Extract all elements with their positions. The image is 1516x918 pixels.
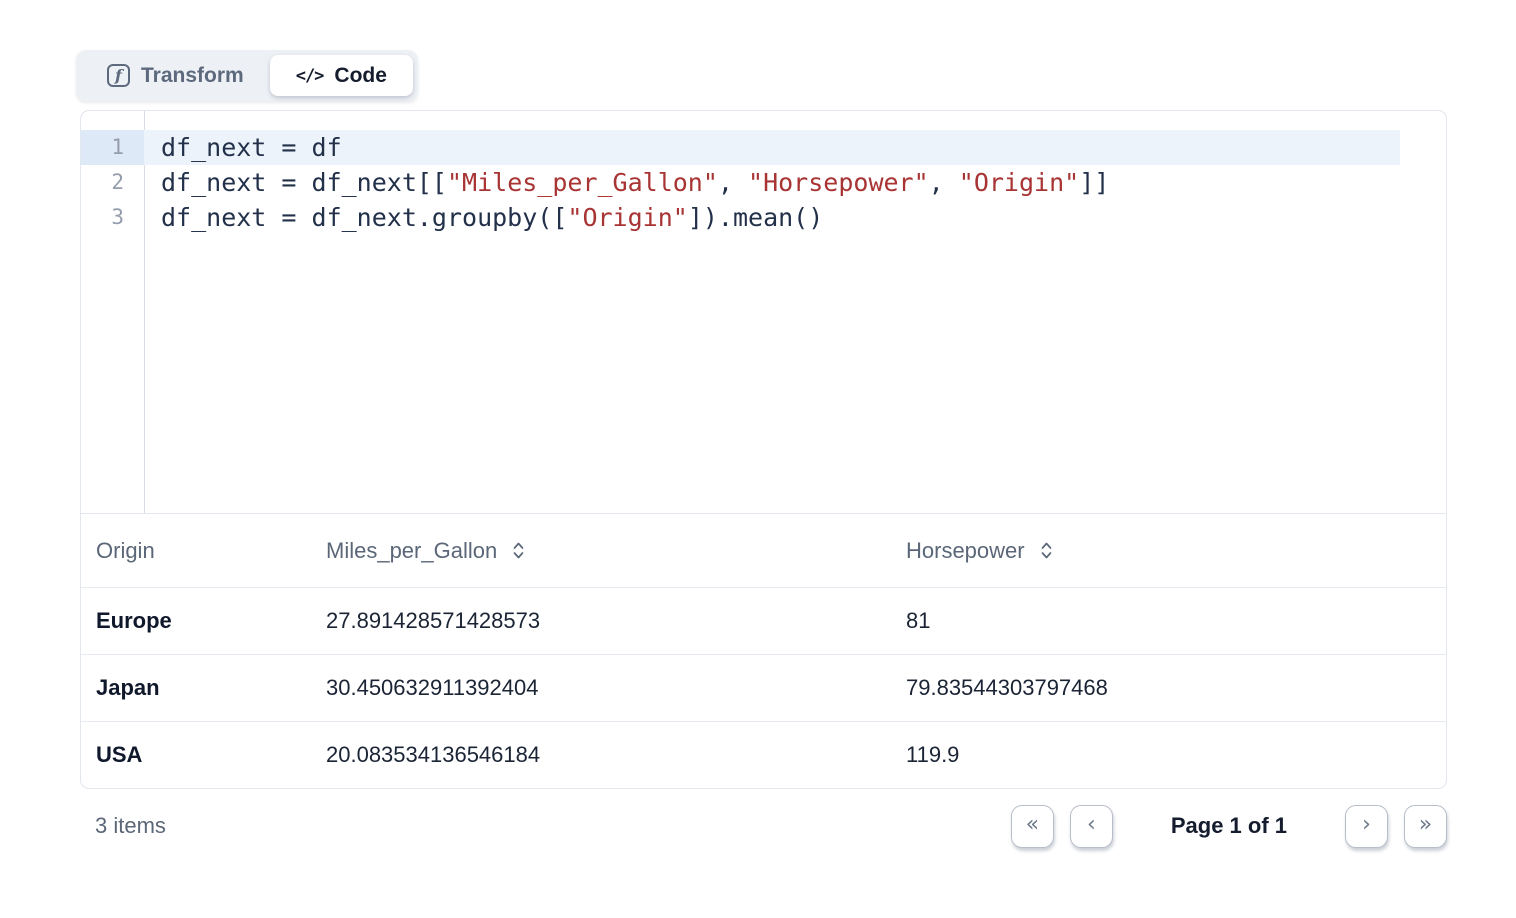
last-page-button[interactable]: »: [1404, 805, 1447, 848]
table-footer: 3 items « ‹ Page 1 of 1 › »: [80, 796, 1447, 856]
cell-horsepower: 119.9: [906, 742, 1446, 768]
code-text: df_next = df_next[["Miles_per_Gallon", "…: [144, 165, 1109, 200]
view-mode-toggle: f Transform </> Code: [76, 50, 418, 101]
code-line-3[interactable]: 3 df_next = df_next.groupby(["Origin"]).…: [81, 200, 1446, 235]
table-header: Origin Miles_per_Gallon Horsepower: [81, 513, 1446, 587]
code-text: df_next = df: [144, 130, 342, 165]
code-editor[interactable]: 1 df_next = df 2 df_next = df_next[["Mil…: [81, 111, 1446, 513]
function-icon: f: [107, 64, 130, 87]
double-chevron-right-icon: »: [1419, 814, 1432, 836]
table-row[interactable]: Japan 30.450632911392404 79.835443037974…: [81, 654, 1446, 721]
double-chevron-left-icon: «: [1026, 814, 1039, 836]
cell-origin: Europe: [96, 608, 326, 634]
code-icon: </>: [296, 66, 324, 86]
table-row[interactable]: USA 20.083534136546184 119.9: [81, 721, 1446, 788]
cell-miles-per-gallon: 20.083534136546184: [326, 742, 906, 768]
next-page-button[interactable]: ›: [1345, 805, 1388, 848]
tab-transform-label: Transform: [141, 64, 244, 88]
tab-transform[interactable]: f Transform: [81, 55, 270, 96]
items-count: 3 items: [80, 813, 166, 839]
sort-icon[interactable]: [511, 541, 526, 560]
code-line-1[interactable]: 1 df_next = df: [81, 130, 1400, 165]
tab-code-label: Code: [334, 64, 387, 88]
column-header-origin: Origin: [96, 538, 326, 564]
column-header-horsepower[interactable]: Horsepower: [906, 538, 1446, 564]
cell-horsepower: 79.83544303797468: [906, 675, 1446, 701]
pagination: « ‹ Page 1 of 1 › »: [1011, 805, 1447, 848]
sort-icon[interactable]: [1039, 541, 1054, 560]
cell-miles-per-gallon: 30.450632911392404: [326, 675, 906, 701]
chevron-right-icon: ›: [1362, 814, 1371, 836]
cell-horsepower: 81: [906, 608, 1446, 634]
page: f Transform </> Code 1 df_next = df 2 df…: [0, 0, 1516, 918]
transform-card: 1 df_next = df 2 df_next = df_next[["Mil…: [80, 110, 1447, 789]
column-header-miles-per-gallon[interactable]: Miles_per_Gallon: [326, 538, 906, 564]
chevron-left-icon: ‹: [1087, 814, 1096, 836]
tab-code[interactable]: </> Code: [270, 55, 413, 96]
page-indicator: Page 1 of 1: [1171, 813, 1287, 839]
cell-origin: USA: [96, 742, 326, 768]
table-row[interactable]: Europe 27.891428571428573 81: [81, 587, 1446, 654]
line-number: 1: [81, 130, 144, 165]
code-text: df_next = df_next.groupby(["Origin"]).me…: [144, 200, 823, 235]
line-number: 2: [81, 165, 144, 200]
cell-miles-per-gallon: 27.891428571428573: [326, 608, 906, 634]
line-number: 3: [81, 200, 144, 235]
cell-origin: Japan: [96, 675, 326, 701]
prev-page-button[interactable]: ‹: [1070, 805, 1113, 848]
first-page-button[interactable]: «: [1011, 805, 1054, 848]
code-line-2[interactable]: 2 df_next = df_next[["Miles_per_Gallon",…: [81, 165, 1446, 200]
